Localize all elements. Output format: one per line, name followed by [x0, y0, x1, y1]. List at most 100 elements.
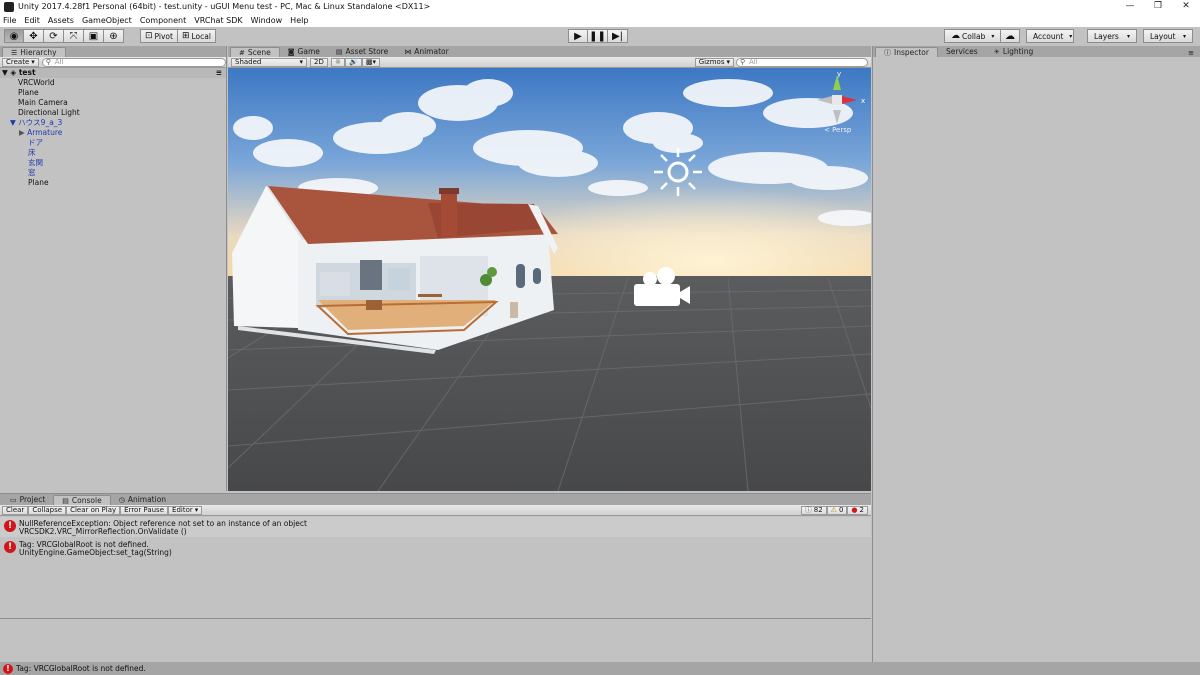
- hierarchy-item-door[interactable]: ドア: [0, 138, 226, 148]
- tab-animator-label: Animator: [414, 47, 449, 56]
- layers-label: Layers: [1094, 31, 1119, 41]
- hierarchy-item-floor[interactable]: 床: [0, 148, 226, 158]
- menu-file[interactable]: File: [3, 16, 16, 25]
- hierarchy-item-directional-light[interactable]: Directional Light: [0, 108, 226, 118]
- scene-search-input[interactable]: ⚲ All: [736, 57, 868, 67]
- clear-button[interactable]: Clear: [2, 505, 29, 515]
- scene-audio-icon[interactable]: 🔊: [345, 57, 362, 67]
- hierarchy-item-plane[interactable]: Plane: [0, 88, 226, 98]
- hierarchy-toolbar: Create ▾ ⚲ All: [0, 57, 226, 68]
- chevron-down-icon: ▾: [991, 32, 995, 40]
- scene-lighting-icon[interactable]: ☼: [330, 57, 346, 67]
- hierarchy-item-main-camera[interactable]: Main Camera: [0, 98, 226, 108]
- tab-project[interactable]: ▭ Project: [2, 495, 53, 505]
- menu-vrchat-sdk[interactable]: VRChat SDK: [194, 16, 242, 25]
- console-entry-stack: VRCSDK2.VRC_MirrorReflection.OnValidate …: [19, 527, 187, 536]
- tab-scene[interactable]: # Scene: [230, 47, 280, 57]
- create-dropdown[interactable]: Create ▾: [2, 57, 39, 67]
- move-tool-icon[interactable]: ✥: [24, 29, 44, 43]
- console-entry[interactable]: ! Tag: VRCGlobalRoot is not defined. Uni…: [0, 538, 871, 558]
- menu-assets[interactable]: Assets: [48, 16, 74, 25]
- layout-dropdown[interactable]: Layout ▾: [1143, 29, 1193, 43]
- expand-arrow-icon[interactable]: ▼: [10, 118, 16, 127]
- chevron-down-icon: ▾: [1069, 32, 1073, 40]
- hierarchy-item-armature[interactable]: ▶ Armature: [0, 128, 226, 138]
- error-pause-toggle[interactable]: Error Pause: [120, 505, 169, 515]
- scene-row[interactable]: ▼ ◈ test ≡: [0, 68, 226, 78]
- close-icon[interactable]: ✕: [1172, 0, 1200, 13]
- step-icon[interactable]: ▶|: [608, 29, 628, 43]
- hierarchy-item-window[interactable]: 窓: [0, 168, 226, 178]
- collapsed-arrow-icon[interactable]: ▶: [19, 128, 25, 137]
- tab-lighting[interactable]: ☀ Lighting: [986, 47, 1042, 57]
- chevron-down-icon: ▾: [194, 505, 199, 514]
- error-icon: !: [4, 541, 16, 553]
- account-label: Account: [1033, 31, 1064, 41]
- hierarchy-item-house[interactable]: ▼ ハウス9_a_3: [0, 118, 226, 128]
- transform-tool-icon[interactable]: ⊕: [104, 29, 124, 43]
- hierarchy-search-input[interactable]: ⚲ All: [41, 57, 226, 67]
- view-tool-eye-icon[interactable]: ◉: [4, 29, 24, 43]
- menu-edit[interactable]: Edit: [24, 16, 40, 25]
- mode-2d-toggle[interactable]: 2D: [310, 57, 328, 67]
- minimize-icon[interactable]: —: [1116, 0, 1144, 13]
- tab-hierarchy[interactable]: ☰ Hierarchy: [2, 47, 66, 57]
- tab-inspector[interactable]: ⓘ Inspector: [875, 47, 938, 57]
- pivot-controls: ⊡ Pivot ⊞ Local: [140, 29, 216, 43]
- pivot-label: Pivot: [154, 31, 173, 41]
- hierarchy-item-plane-child[interactable]: Plane: [0, 178, 226, 188]
- panel-menu-icon[interactable]: ≡: [1188, 49, 1194, 57]
- menu-window[interactable]: Window: [251, 16, 283, 25]
- info-filter-toggle[interactable]: ⓘ 82: [800, 505, 827, 515]
- account-dropdown[interactable]: Account ▾: [1026, 29, 1074, 43]
- layers-dropdown[interactable]: Layers ▾: [1087, 29, 1137, 43]
- gizmos-dropdown[interactable]: Gizmos ▾: [694, 57, 734, 67]
- local-toggle[interactable]: ⊞ Local: [177, 29, 216, 43]
- error-filter-toggle[interactable]: ● 2: [847, 505, 868, 515]
- expand-arrow-icon[interactable]: ▼: [2, 68, 8, 77]
- hierarchy-item-entrance[interactable]: 玄関: [0, 158, 226, 168]
- persp-label[interactable]: < Persp: [824, 126, 852, 134]
- gizmos-label: Gizmos: [698, 57, 725, 66]
- scale-tool-icon[interactable]: ⤧: [64, 29, 84, 43]
- status-message[interactable]: Tag: VRCGlobalRoot is not defined.: [16, 664, 146, 673]
- collab-dropdown[interactable]: ☁ Collab ▾: [944, 29, 1002, 43]
- collapse-toggle[interactable]: Collapse: [28, 505, 67, 515]
- menu-gameobject[interactable]: GameObject: [82, 16, 132, 25]
- tab-animation[interactable]: ◷ Animation: [111, 495, 174, 505]
- console-log-list: ! NullReferenceException: Object referen…: [0, 517, 871, 558]
- game-tab-icon: ◙: [287, 48, 295, 56]
- cloud-services-icon[interactable]: ☁: [1000, 29, 1020, 43]
- tab-animator[interactable]: ⋈ Animator: [396, 47, 456, 57]
- scene-viewport[interactable]: x y < Persp: [228, 68, 871, 491]
- play-icon[interactable]: ▶: [568, 29, 588, 43]
- unity-editor-window: Unity 2017.4.28f1 Personal (64bit) - tes…: [0, 0, 1200, 675]
- tab-services[interactable]: Services: [938, 47, 986, 57]
- pivot-icon: ⊡: [145, 31, 153, 41]
- scene-effects-icon[interactable]: ▩▾: [361, 57, 380, 67]
- menu-component[interactable]: Component: [140, 16, 186, 25]
- chevron-down-icon: ▾: [726, 57, 730, 66]
- pause-icon[interactable]: ❚❚: [588, 29, 608, 43]
- tab-lighting-label: Lighting: [1002, 47, 1034, 56]
- main-toolbar: ◉ ✥ ⟳ ⤧ ▣ ⊕ ⊡ Pivot ⊞ Local ▶ ❚❚ ▶| ☁ Colla…: [0, 27, 1200, 46]
- warning-filter-toggle[interactable]: ⚠ 0: [826, 505, 848, 515]
- rotate-tool-icon[interactable]: ⟳: [44, 29, 64, 43]
- tab-game[interactable]: ◙ Game: [280, 47, 328, 57]
- clear-on-play-toggle[interactable]: Clear on Play: [66, 505, 121, 515]
- tab-asset-store[interactable]: ▤ Asset Store: [328, 47, 396, 57]
- pivot-toggle[interactable]: ⊡ Pivot: [140, 29, 178, 43]
- restore-icon[interactable]: ❐: [1144, 0, 1172, 13]
- tab-asset-store-label: Asset Store: [345, 47, 389, 56]
- console-entry[interactable]: ! NullReferenceException: Object referen…: [0, 517, 871, 537]
- editor-dropdown[interactable]: Editor ▾: [168, 505, 203, 515]
- hierarchy-item-vrcworld[interactable]: VRCWorld: [0, 78, 226, 88]
- rect-tool-icon[interactable]: ▣: [84, 29, 104, 43]
- shading-mode-dropdown[interactable]: Shaded ▾: [231, 57, 307, 67]
- console-detail-divider[interactable]: [0, 618, 871, 619]
- tab-console[interactable]: ▤ Console: [53, 495, 111, 505]
- layout-group: Layout ▾: [1143, 29, 1193, 43]
- svg-text:y: y: [837, 70, 841, 78]
- scene-menu-icon[interactable]: ≡: [216, 68, 222, 78]
- menu-help[interactable]: Help: [290, 16, 308, 25]
